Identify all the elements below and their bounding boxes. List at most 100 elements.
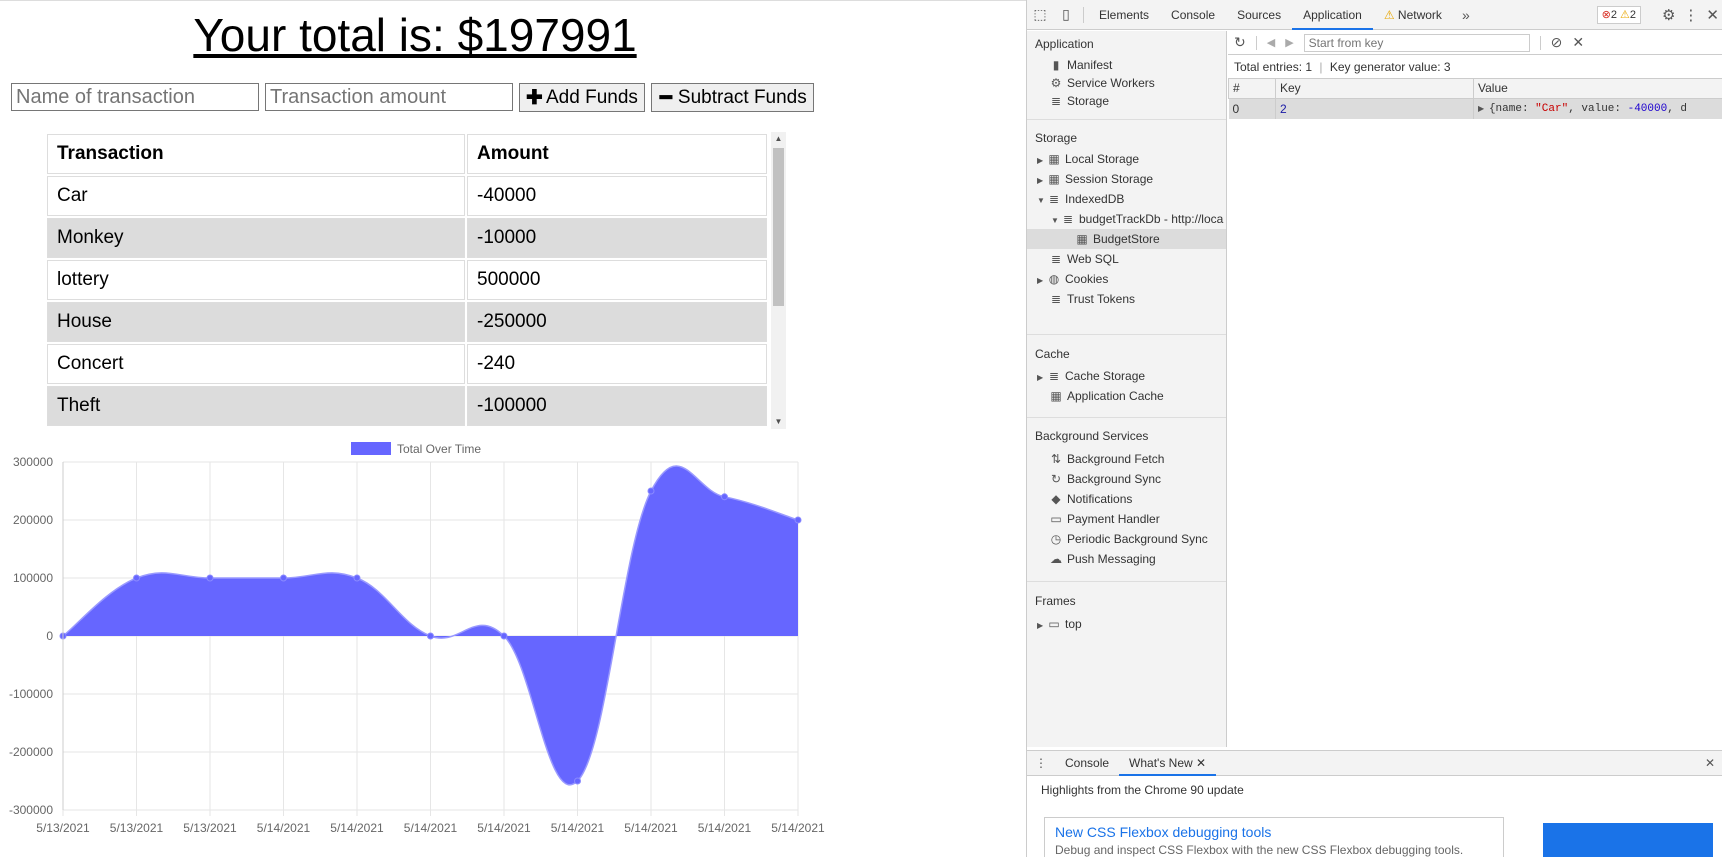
sidebar-item-background-sync[interactable]: ↻ Background Sync xyxy=(1049,469,1161,489)
clear-store-icon[interactable]: ⊘ xyxy=(1551,34,1563,51)
tab-network[interactable]: ⚠ Network xyxy=(1373,0,1453,30)
sidebar-item-push-messaging[interactable]: ☁ Push Messaging xyxy=(1049,549,1156,569)
column-header-index[interactable]: # xyxy=(1228,79,1276,99)
value-suffix: , d xyxy=(1667,102,1688,115)
sidebar-item-label: Background Fetch xyxy=(1067,452,1165,466)
add-funds-button[interactable]: ✚ Add Funds xyxy=(519,83,645,112)
sidebar-item-application-cache[interactable]: ▦ Application Cache xyxy=(1049,386,1163,406)
kebab-menu-icon[interactable]: ⋮ xyxy=(1683,6,1698,24)
warning-count: 2 xyxy=(1629,9,1636,21)
transaction-amount: -10000 xyxy=(467,218,767,258)
tab-application[interactable]: Application xyxy=(1292,0,1373,30)
sidebar-divider xyxy=(1027,334,1226,335)
next-page-icon[interactable]: ▶ xyxy=(1285,36,1293,49)
store-summary: Total entries: 1 | Key generator value: … xyxy=(1228,55,1722,79)
collapse-triangle-icon[interactable]: ▼ xyxy=(1051,211,1061,231)
expand-triangle-icon[interactable]: ▶ xyxy=(1037,616,1047,636)
total-heading: Your total is: $197991 xyxy=(193,9,637,61)
data-point xyxy=(794,516,802,524)
sidebar-item-payment-handler[interactable]: ▭ Payment Handler xyxy=(1049,509,1159,529)
sidebar-item-service-workers[interactable]: ⚙ Service Workers xyxy=(1049,73,1155,93)
transaction-name-input[interactable] xyxy=(11,83,259,111)
transactions-table: Transaction Amount Car -40000 Monkey -1000… xyxy=(45,132,769,428)
toolbar-divider xyxy=(1539,35,1541,50)
sidebar-item-notifications[interactable]: ◆ Notifications xyxy=(1049,489,1132,509)
bell-icon: ◆ xyxy=(1051,492,1061,506)
sidebar-item-storage[interactable]: ≣ Storage xyxy=(1049,91,1109,111)
scroll-up-arrow-icon[interactable]: ▲ xyxy=(771,132,786,146)
close-drawer-icon[interactable]: ✕ xyxy=(1705,756,1715,770)
expand-triangle-icon[interactable]: ▶ xyxy=(1037,271,1047,291)
expand-triangle-icon[interactable]: ▶ xyxy=(1037,151,1047,171)
delete-selected-icon[interactable]: ✕ xyxy=(1572,34,1584,51)
issues-badge[interactable]: ⊗2 ⚠2 xyxy=(1596,6,1641,24)
sidebar-item-local-storage[interactable]: ▶ ▦ Local Storage xyxy=(1037,149,1139,169)
grid-icon: ▦ xyxy=(1076,232,1088,246)
expand-triangle-icon[interactable]: ▶ xyxy=(1478,105,1489,114)
sidebar-item-trust-tokens[interactable]: ≣ Trust Tokens xyxy=(1049,289,1135,309)
scrollbar-thumb[interactable] xyxy=(773,148,784,306)
inspect-element-icon[interactable]: ⬚ xyxy=(1027,6,1053,23)
drawer-tab-console[interactable]: Console xyxy=(1055,751,1119,776)
sidebar-section-storage: Storage xyxy=(1035,131,1078,145)
whats-new-title: Highlights from the Chrome 90 update xyxy=(1041,783,1244,797)
sidebar-item-periodic-background-sync[interactable]: ◷ Periodic Background Sync xyxy=(1049,529,1208,549)
device-toolbar-icon[interactable]: ▯ xyxy=(1053,6,1079,23)
sidebar-item-cache-storage[interactable]: ▶ ≣ Cache Storage xyxy=(1037,366,1145,386)
scroll-down-arrow-icon[interactable]: ▼ xyxy=(771,415,786,429)
previous-page-icon[interactable]: ◀ xyxy=(1267,36,1275,49)
transaction-name: Concert xyxy=(47,344,465,384)
table-row: Car -40000 xyxy=(47,176,767,216)
card-description: Debug and inspect CSS Flexbox with the n… xyxy=(1055,843,1464,857)
table-row[interactable]: 0 2 ▶ {name: "Car", value: -40000, d xyxy=(1228,98,1722,119)
x-tick-label: 5/13/2021 xyxy=(36,821,90,835)
tab-sources[interactable]: Sources xyxy=(1226,0,1292,30)
drawer-tab-whats-new[interactable]: What's New ✕ xyxy=(1119,751,1217,776)
drawer-menu-icon[interactable]: ⋮ xyxy=(1027,756,1055,770)
cloud-icon: ☁ xyxy=(1050,552,1062,566)
whats-new-card[interactable]: New CSS Flexbox debugging tools Debug an… xyxy=(1044,817,1504,857)
card-title[interactable]: New CSS Flexbox debugging tools xyxy=(1055,824,1493,840)
collapse-triangle-icon[interactable]: ▼ xyxy=(1037,191,1047,211)
tab-elements[interactable]: Elements xyxy=(1088,0,1160,30)
sidebar-item-indexeddb[interactable]: ▼ ≣ IndexedDB xyxy=(1037,189,1124,209)
transaction-name: House xyxy=(47,302,465,342)
column-header-value[interactable]: Value xyxy=(1473,79,1722,99)
transaction-name: Car xyxy=(47,176,465,216)
column-header-key[interactable]: Key xyxy=(1275,79,1474,99)
row-value[interactable]: ▶ {name: "Car", value: -40000, d xyxy=(1473,98,1722,119)
sidebar-divider xyxy=(1027,119,1226,120)
sidebar-item-budgettrackdb[interactable]: ▼ ≣ budgetTrackDb - http://loca xyxy=(1051,209,1223,229)
toolbar-divider xyxy=(1255,35,1257,50)
x-tick-label: 5/14/2021 xyxy=(551,821,605,835)
close-tab-icon[interactable]: ✕ xyxy=(1196,756,1206,770)
sidebar-item-frame-top[interactable]: ▶ ▭ top xyxy=(1037,614,1082,634)
add-funds-label: Add Funds xyxy=(546,86,638,108)
frame-icon: ▭ xyxy=(1048,617,1060,631)
more-tabs-icon[interactable]: » xyxy=(1453,7,1479,23)
tab-console[interactable]: Console xyxy=(1160,0,1226,30)
sidebar-item-background-fetch[interactable]: ⇅ Background Fetch xyxy=(1049,449,1164,469)
table-scrollbar[interactable]: ▲ ▼ xyxy=(771,132,786,429)
expand-triangle-icon[interactable]: ▶ xyxy=(1037,171,1047,191)
settings-gear-icon[interactable]: ⚙ xyxy=(1662,6,1675,24)
database-icon: ≣ xyxy=(1048,369,1060,383)
sidebar-section-background-services: Background Services xyxy=(1035,429,1149,443)
sidebar-item-web-sql[interactable]: ≣ Web SQL xyxy=(1049,249,1119,269)
sidebar-item-budgetstore[interactable]: ▦ BudgetStore xyxy=(1027,229,1226,249)
sidebar-item-session-storage[interactable]: ▶ ▦ Session Storage xyxy=(1037,169,1153,189)
subtract-funds-button[interactable]: ━ Subtract Funds xyxy=(650,83,814,112)
close-devtools-icon[interactable]: ✕ xyxy=(1706,6,1719,24)
start-from-key-input[interactable] xyxy=(1303,33,1530,52)
data-point xyxy=(353,574,361,582)
transaction-amount: -240 xyxy=(467,344,767,384)
refresh-icon[interactable]: ↻ xyxy=(1234,34,1246,51)
credit-card-icon: ▭ xyxy=(1050,512,1062,526)
expand-triangle-icon[interactable]: ▶ xyxy=(1037,368,1047,388)
sidebar-item-manifest[interactable]: ▮ Manifest xyxy=(1049,55,1113,75)
error-icon: ⊗ xyxy=(1601,9,1611,21)
transaction-amount-input[interactable] xyxy=(265,83,513,111)
row-index: 0 xyxy=(1228,98,1276,119)
sync-icon: ↻ xyxy=(1050,472,1062,486)
sidebar-item-cookies[interactable]: ▶ ◍ Cookies xyxy=(1037,269,1108,289)
